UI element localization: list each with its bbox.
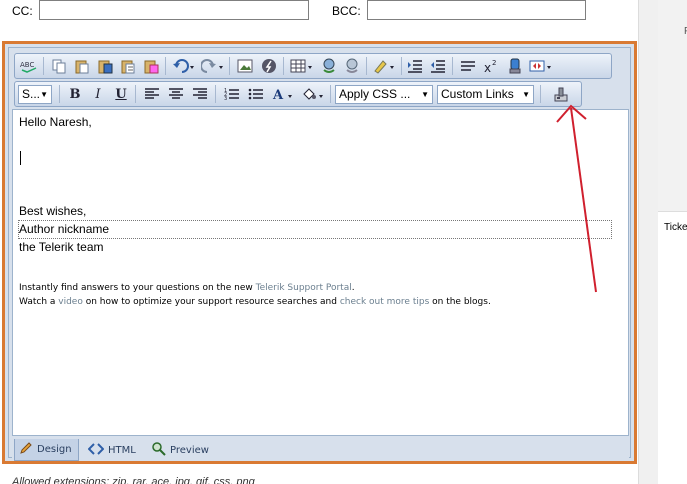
toolbar-separator	[165, 57, 166, 75]
chevron-down-icon: ▼	[40, 90, 48, 99]
editor-mode-bar: Design HTML Preview	[12, 439, 629, 461]
more-tips-link[interactable]: check out more tips	[340, 297, 429, 307]
unlink-icon[interactable]	[342, 57, 362, 75]
editor-body: ABC x 2 S... ▼ B I U 1 2 3 A Apply CSS .…	[8, 47, 631, 461]
toolbar-separator	[283, 57, 284, 75]
background-color-icon[interactable]	[300, 85, 326, 103]
paste-html-icon[interactable]	[141, 57, 161, 75]
page-area: CC: BCC: ABC x 2 S... ▼ B I U 1 2 3 A Ap…	[0, 0, 638, 484]
tab-html-label: HTML	[108, 444, 136, 456]
indent-icon[interactable]	[405, 57, 425, 75]
pencil-icon	[19, 441, 33, 458]
tab-preview[interactable]: Preview	[148, 439, 213, 461]
code-icon	[87, 442, 105, 458]
underline-icon[interactable]: U	[111, 85, 131, 103]
numbered-list-icon[interactable]: 123	[222, 85, 242, 103]
team-text: the Telerik team	[19, 240, 104, 254]
apply-css-select[interactable]: Apply CSS ... ▼	[335, 85, 433, 104]
align-center-icon[interactable]	[166, 85, 186, 103]
outdent-icon[interactable]	[428, 57, 448, 75]
link-icon[interactable]	[319, 57, 339, 75]
magnifier-icon	[152, 441, 166, 459]
format-select[interactable]: S... ▼	[18, 85, 52, 104]
spellcheck-icon[interactable]: ABC	[19, 57, 39, 75]
tab-design-label: Design	[37, 444, 72, 455]
media-icon[interactable]	[505, 57, 525, 75]
greeting-text: Hello Naresh,	[19, 115, 92, 129]
paste-word-icon[interactable]	[95, 57, 115, 75]
toolbar-separator	[59, 85, 60, 103]
toolbar-separator	[366, 57, 367, 75]
svg-text:ABC: ABC	[20, 61, 34, 69]
toolbar-separator	[215, 85, 216, 103]
bcc-label: BCC:	[332, 4, 361, 18]
support-portal-line: Instantly find answers to your questions…	[19, 283, 355, 293]
italic-icon[interactable]: I	[88, 85, 108, 103]
toolbar-separator	[452, 57, 453, 75]
right-panel-box	[658, 0, 687, 212]
flash-manager-icon[interactable]	[259, 57, 279, 75]
redo-icon[interactable]	[200, 57, 226, 75]
svg-text:2: 2	[492, 59, 496, 67]
chevron-down-icon: ▼	[522, 90, 530, 99]
font-color-icon[interactable]: A	[271, 85, 297, 103]
editor-toolbar-main: ABC x 2	[14, 53, 612, 79]
page-gutter	[638, 0, 658, 484]
undo-icon[interactable]	[171, 57, 197, 75]
superscript-icon[interactable]: x2	[481, 57, 501, 75]
align-left-icon[interactable]	[142, 85, 162, 103]
custom-links-select[interactable]: Custom Links ▼	[437, 85, 534, 104]
align-icon[interactable]	[458, 57, 478, 75]
text-caret	[20, 151, 21, 165]
format-stripper-icon[interactable]	[371, 57, 397, 75]
editor-content-area[interactable]: Hello Naresh, Best wishes, Author nickna…	[12, 109, 629, 436]
apply-css-value: Apply CSS ...	[339, 87, 411, 101]
svg-text:A: A	[272, 88, 284, 102]
bullet-list-icon[interactable]	[246, 85, 266, 103]
toolbar-separator	[43, 57, 44, 75]
bcc-input[interactable]	[367, 0, 586, 20]
toolbar-separator	[135, 85, 136, 103]
align-right-icon[interactable]	[190, 85, 210, 103]
ticket-label: Ticke	[664, 222, 687, 233]
allowed-extensions-text: Allowed extensions: zip, rar, ace, jpg, …	[12, 476, 255, 484]
toolbar-separator	[330, 85, 331, 103]
paste-icon[interactable]	[72, 57, 92, 75]
copy-icon[interactable]	[49, 57, 69, 75]
paste-text-icon[interactable]	[118, 57, 138, 75]
editor-toolbar-format: S... ▼ B I U 123 A Apply CSS ... ▼ Custo…	[14, 81, 582, 107]
chevron-down-icon: ▼	[421, 90, 429, 99]
table-icon[interactable]	[289, 57, 315, 75]
toolbar-separator	[229, 57, 230, 75]
tab-design[interactable]: Design	[14, 439, 79, 461]
right-pane: F Ticke	[658, 0, 687, 484]
toolbar-separator	[401, 57, 402, 75]
module-icon[interactable]	[528, 57, 554, 75]
image-manager-icon[interactable]	[235, 57, 255, 75]
svg-text:x: x	[484, 61, 491, 74]
custom-tool-icon[interactable]	[551, 85, 571, 103]
bold-icon[interactable]: B	[65, 85, 85, 103]
author-nickname-text: Author nickname	[19, 222, 110, 236]
tab-html[interactable]: HTML	[84, 439, 140, 461]
video-link[interactable]: video	[58, 297, 83, 307]
closing-text: Best wishes,	[19, 204, 87, 218]
custom-links-value: Custom Links	[441, 87, 514, 101]
toolbar-separator	[540, 85, 541, 103]
rich-text-editor: ABC x 2 S... ▼ B I U 1 2 3 A Apply CSS .…	[2, 41, 637, 464]
cc-input[interactable]	[39, 0, 309, 20]
cc-label: CC:	[12, 4, 33, 18]
video-tips-line: Watch a video on how to optimize your su…	[19, 297, 491, 307]
support-portal-link[interactable]: Telerik Support Portal	[256, 283, 352, 293]
svg-text:3: 3	[224, 96, 227, 101]
format-select-value: S...	[22, 87, 41, 101]
tab-preview-label: Preview	[170, 444, 209, 456]
